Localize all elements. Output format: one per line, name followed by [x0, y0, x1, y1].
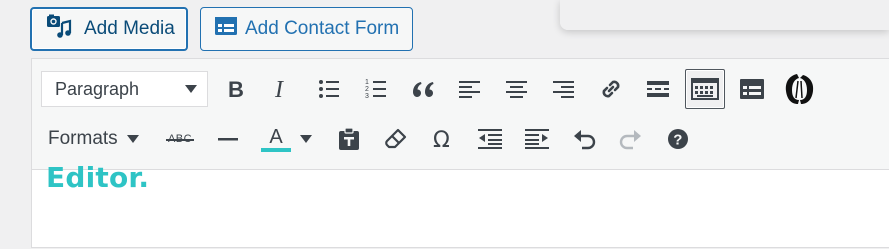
- text-color-button[interactable]: A: [256, 119, 296, 159]
- add-contact-form-button[interactable]: Add Contact Form: [200, 7, 413, 51]
- blockquote-button[interactable]: [403, 69, 443, 109]
- text-color-letter: A: [269, 125, 283, 148]
- increase-indent-button[interactable]: [517, 119, 557, 159]
- svg-text:B: B: [228, 79, 244, 99]
- clear-formatting-button[interactable]: [376, 119, 416, 159]
- contact-form-editor-button[interactable]: [732, 69, 772, 109]
- clipboard-icon: [339, 127, 359, 150]
- eraser-icon: [385, 128, 407, 149]
- custom-plugin-button[interactable]: [779, 69, 819, 109]
- align-center-button[interactable]: [497, 69, 537, 109]
- text-color-swatch: [261, 147, 291, 152]
- editor-toolbar: Paragraph B I 1 2 3 Formats ABC A Ω ?: [32, 59, 889, 170]
- italic-button[interactable]: I: [261, 69, 301, 109]
- svg-text:3: 3: [365, 93, 369, 100]
- paste-as-text-button[interactable]: [329, 119, 369, 159]
- horizontal-line-button[interactable]: [208, 119, 248, 159]
- chevron-down-icon: [300, 135, 312, 143]
- undo-icon: [574, 130, 596, 150]
- omega-icon: Ω: [433, 128, 450, 150]
- editor-box: Paragraph B I 1 2 3 Formats ABC A Ω ? Ed…: [31, 58, 889, 248]
- redo-button[interactable]: [611, 119, 651, 159]
- content-heading-fragment: Editor.: [46, 161, 150, 194]
- toolbar-row-1: Paragraph B I 1 2 3: [32, 67, 889, 111]
- outdent-icon: [478, 129, 502, 149]
- chevron-down-icon: [126, 135, 139, 143]
- read-more-button[interactable]: [638, 69, 678, 109]
- bulleted-list-button[interactable]: [309, 69, 349, 109]
- undo-button[interactable]: [564, 119, 604, 159]
- svg-text:2: 2: [365, 86, 369, 93]
- svg-text:Ω: Ω: [433, 128, 450, 150]
- special-character-button[interactable]: Ω: [423, 119, 463, 159]
- svg-text:I: I: [274, 79, 284, 99]
- align-center-icon: [506, 81, 527, 98]
- editor-content-area[interactable]: Editor.: [32, 161, 889, 249]
- strikethrough-icon: ABC: [165, 133, 195, 145]
- quote-icon: [413, 82, 434, 97]
- redo-icon: [619, 130, 641, 150]
- horizontal-line-icon: [218, 138, 238, 141]
- bold-button[interactable]: B: [215, 69, 255, 109]
- help-icon: ?: [668, 129, 688, 149]
- strikethrough-button[interactable]: ABC: [160, 119, 200, 159]
- block-format-value: Paragraph: [55, 78, 140, 99]
- add-contact-form-label: Add Contact Form: [245, 18, 400, 39]
- keyboard-shortcuts-help-button[interactable]: ?: [658, 119, 698, 159]
- align-left-button[interactable]: [450, 69, 490, 109]
- form-icon: [740, 79, 764, 99]
- form-icon: [214, 16, 238, 42]
- overlay-panel-shadow: [560, 0, 889, 30]
- toolbar-row-2: Formats ABC A Ω ?: [32, 117, 889, 161]
- add-media-button[interactable]: Add Media: [30, 7, 188, 51]
- block-format-select[interactable]: Paragraph: [41, 71, 208, 107]
- read-more-icon: [647, 81, 669, 97]
- numbered-list-icon: 1 2 3: [365, 79, 386, 100]
- toolbar-toggle-button[interactable]: [685, 69, 725, 109]
- indent-icon: [525, 129, 549, 149]
- decrease-indent-button[interactable]: [470, 119, 510, 159]
- align-left-icon: [459, 81, 480, 98]
- formats-dropdown[interactable]: Formats: [48, 121, 139, 157]
- chevron-down-icon: [185, 85, 197, 93]
- svg-text:1: 1: [365, 79, 369, 86]
- bulleted-list-icon: [319, 80, 339, 98]
- svg-text:?: ?: [673, 132, 682, 149]
- align-right-button[interactable]: [544, 69, 584, 109]
- custom-logo-icon: [785, 74, 814, 104]
- text-color-icon: A: [261, 127, 291, 152]
- media-icon: [46, 13, 72, 45]
- bold-icon: B: [228, 79, 244, 99]
- align-right-icon: [553, 81, 574, 98]
- italic-icon: I: [274, 79, 284, 99]
- text-color-dropdown[interactable]: [294, 119, 318, 159]
- numbered-list-button[interactable]: 1 2 3: [356, 69, 396, 109]
- add-media-label: Add Media: [84, 18, 175, 39]
- link-icon: [602, 80, 620, 98]
- insert-link-button[interactable]: [591, 69, 631, 109]
- formats-label: Formats: [48, 128, 118, 149]
- keyboard-icon: [691, 78, 719, 100]
